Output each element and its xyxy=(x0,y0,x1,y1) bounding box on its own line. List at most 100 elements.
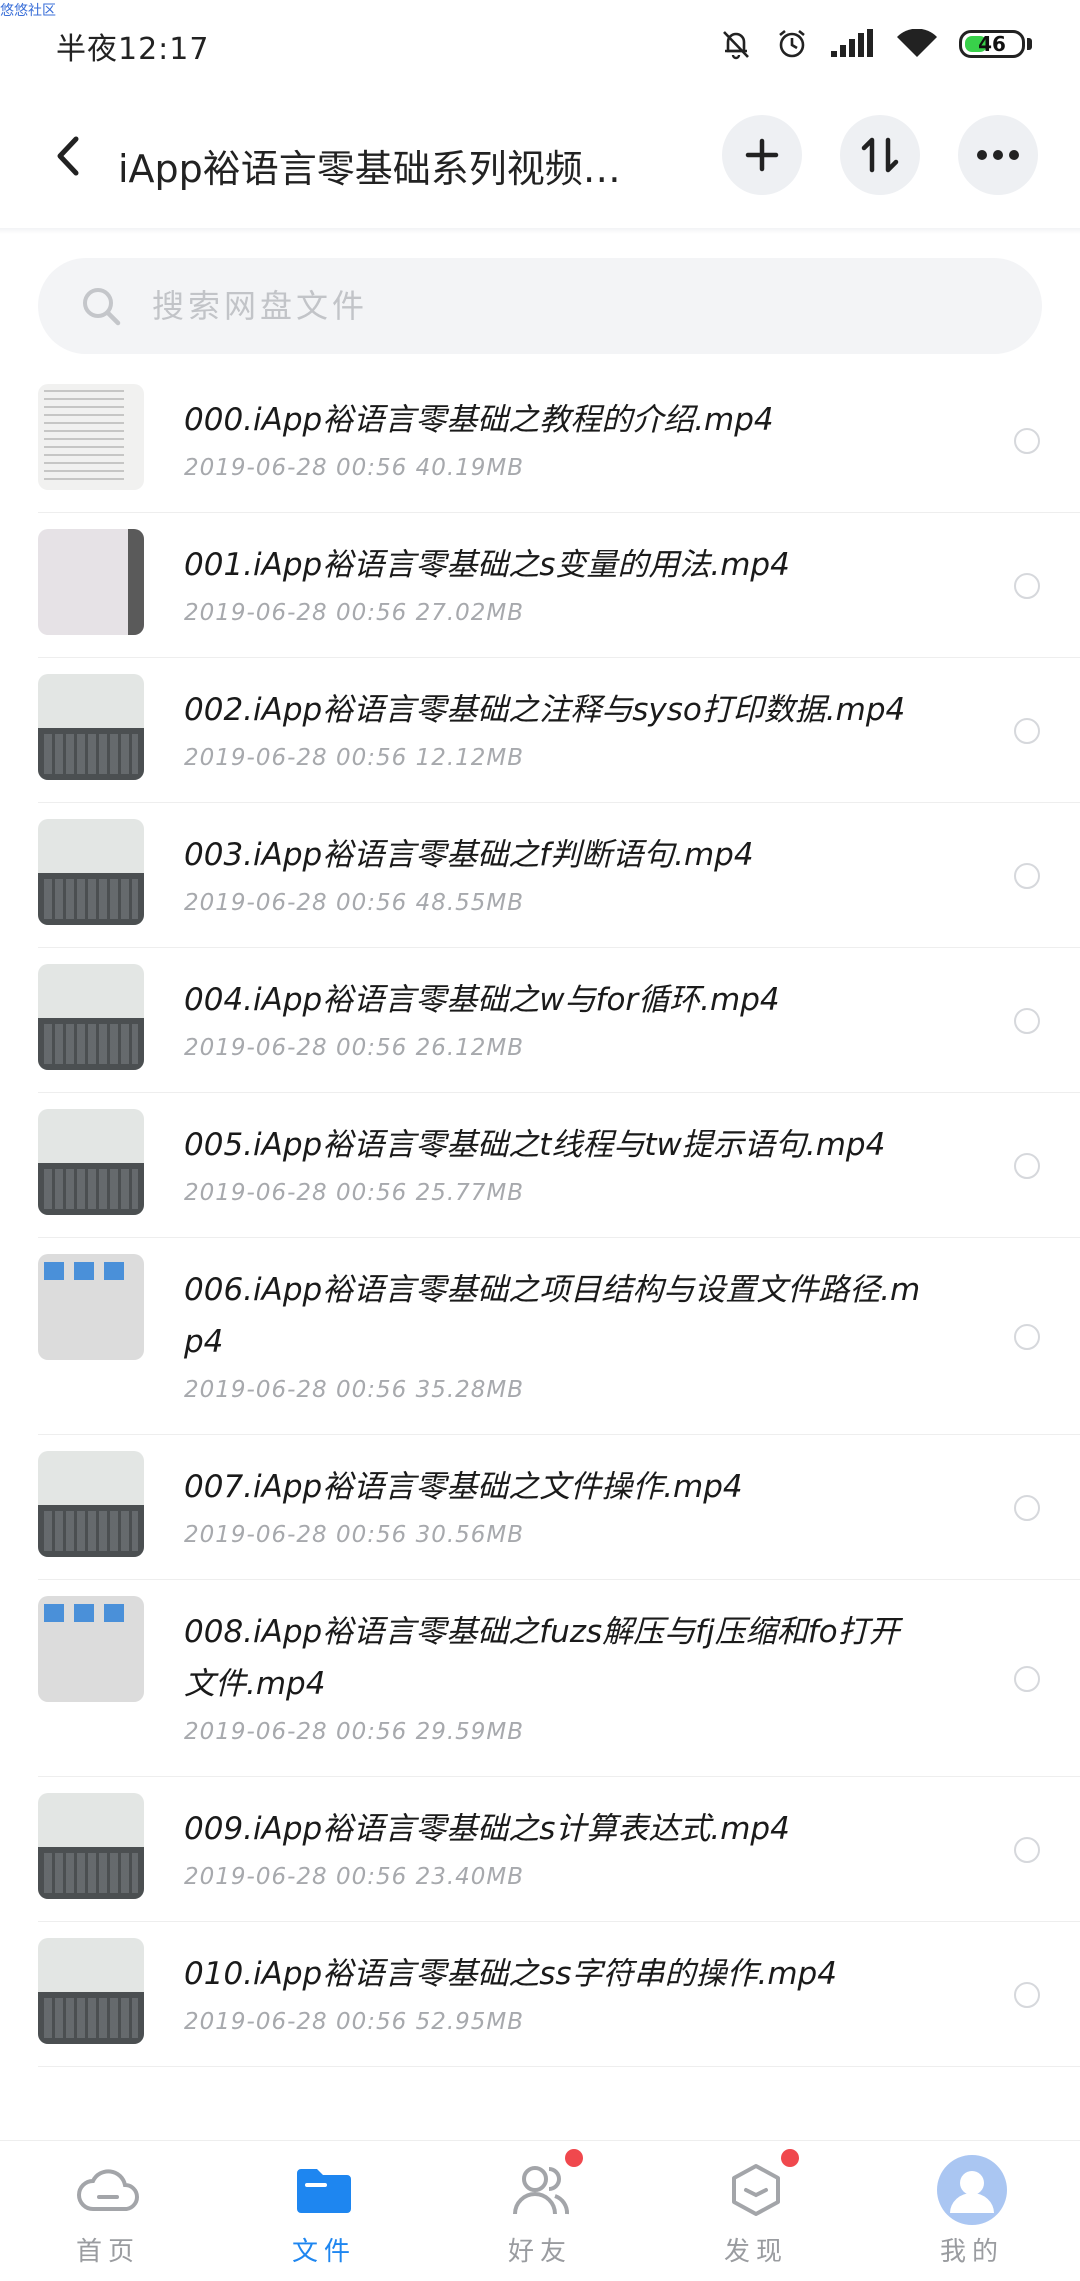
video-thumbnail xyxy=(38,384,144,490)
file-row[interactable]: 000.iApp裕语言零基础之教程的介绍.mp4 2019-06-28 00:56… xyxy=(38,368,1080,513)
file-meta: 2019-06-28 00:56 26.12MB xyxy=(184,1035,525,1061)
signal-icon xyxy=(831,29,875,59)
select-radio[interactable] xyxy=(1014,1981,1040,2008)
avatar-icon xyxy=(937,2155,1007,2225)
keyboard-preview xyxy=(38,1847,144,1899)
nav-item-cloud[interactable]: 首页 xyxy=(0,2141,216,2281)
file-info: 010.iApp裕语言零基础之ss字符串的操作.mp4 2019-06-28 00… xyxy=(184,1922,924,2066)
select-radio[interactable] xyxy=(1014,1007,1040,1034)
file-info: 004.iApp裕语言零基础之w与for循环.mp4 2019-06-28 00:… xyxy=(184,948,924,1092)
video-thumbnail xyxy=(38,1938,144,2044)
file-row[interactable]: 005.iApp裕语言零基础之t线程与tw提示语句.mp4 2019-06-28 … xyxy=(38,1093,1080,1238)
file-row[interactable]: 004.iApp裕语言零基础之w与for循环.mp4 2019-06-28 00:… xyxy=(38,948,1080,1093)
status-time: 半夜12:17 xyxy=(56,32,210,67)
select-radio[interactable] xyxy=(1014,1665,1040,1692)
file-info: 001.iApp裕语言零基础之s变量的用法.mp4 2019-06-28 00:5… xyxy=(184,513,924,657)
file-row[interactable]: 002.iApp裕语言零基础之注释与syso打印数据.mp4 2019-06-28… xyxy=(38,658,1080,803)
nav-label: 首页 xyxy=(75,2237,140,2267)
file-row[interactable]: 003.iApp裕语言零基础之f判断语句.mp4 2019-06-28 00:56… xyxy=(38,803,1080,948)
file-meta: 2019-06-28 00:56 35.28MB xyxy=(184,1377,525,1403)
file-name: 007.iApp裕语言零基础之文件操作.mp4 xyxy=(184,1469,743,1505)
video-thumbnail xyxy=(38,964,144,1070)
plus-icon xyxy=(745,138,779,172)
file-name: 003.iApp裕语言零基础之f判断语句.mp4 xyxy=(184,837,754,873)
video-thumbnail xyxy=(38,1254,144,1360)
mute-icon xyxy=(719,27,753,61)
battery-icon: 46 xyxy=(959,30,1032,58)
select-radio[interactable] xyxy=(1014,1836,1040,1863)
video-thumbnail xyxy=(38,529,144,635)
search-input[interactable] xyxy=(150,286,954,326)
add-button[interactable] xyxy=(722,115,802,195)
file-name: 000.iApp裕语言零基础之教程的介绍.mp4 xyxy=(184,402,774,438)
file-row[interactable]: 010.iApp裕语言零基础之ss字符串的操作.mp4 2019-06-28 00… xyxy=(38,1922,1080,2067)
file-meta: 2019-06-28 00:56 48.55MB xyxy=(184,890,525,916)
file-name: 010.iApp裕语言零基础之ss字符串的操作.mp4 xyxy=(184,1956,837,1992)
file-meta: 2019-06-28 00:56 40.19MB xyxy=(184,455,525,481)
keyboard-preview xyxy=(38,728,144,780)
friends-icon xyxy=(505,2149,583,2225)
video-thumbnail xyxy=(38,1793,144,1899)
keyboard-preview xyxy=(38,1163,144,1215)
select-radio[interactable] xyxy=(1014,862,1040,889)
notification-badge xyxy=(781,2149,799,2167)
nav-item-avatar[interactable]: 我的 xyxy=(864,2141,1080,2281)
folder-icon xyxy=(289,2155,359,2225)
keyboard-preview xyxy=(38,1992,144,2044)
more-button[interactable] xyxy=(958,115,1038,195)
back-button[interactable] xyxy=(40,128,96,184)
file-name: 006.iApp裕语言零基础之项目结构与设置文件路径.mp4 xyxy=(184,1272,921,1360)
nav-label: 发现 xyxy=(723,2237,788,2267)
file-name: 002.iApp裕语言零基础之注释与syso打印数据.mp4 xyxy=(184,692,906,728)
file-info: 002.iApp裕语言零基础之注释与syso打印数据.mp4 2019-06-28… xyxy=(184,658,924,802)
nav-item-friends[interactable]: 好友 xyxy=(432,2141,648,2281)
status-icons: 46 xyxy=(719,20,1032,68)
file-info: 000.iApp裕语言零基础之教程的介绍.mp4 2019-06-28 00:56… xyxy=(184,368,924,512)
file-row[interactable]: 006.iApp裕语言零基础之项目结构与设置文件路径.mp4 2019-06-28… xyxy=(38,1238,1080,1435)
back-icon xyxy=(57,136,79,176)
sort-icon xyxy=(861,137,899,173)
video-thumbnail xyxy=(38,1451,144,1557)
file-name: 008.iApp裕语言零基础之fuzs解压与fj压缩和fo打开文件.mp4 xyxy=(184,1614,900,1702)
video-thumbnail xyxy=(38,674,144,780)
file-info: 006.iApp裕语言零基础之项目结构与设置文件路径.mp4 2019-06-28… xyxy=(184,1238,924,1434)
battery: 46 xyxy=(959,30,1025,58)
select-radio[interactable] xyxy=(1014,1494,1040,1521)
video-thumbnail xyxy=(38,1596,144,1702)
video-thumbnail xyxy=(38,819,144,925)
header: iApp裕语言零基础系列视频… xyxy=(0,100,1080,230)
file-info: 003.iApp裕语言零基础之f判断语句.mp4 2019-06-28 00:56… xyxy=(184,803,924,947)
keyboard-preview xyxy=(38,873,144,925)
sort-button[interactable] xyxy=(840,115,920,195)
file-row[interactable]: 009.iApp裕语言零基础之s计算表达式.mp4 2019-06-28 00:5… xyxy=(38,1777,1080,1922)
file-name: 009.iApp裕语言零基础之s计算表达式.mp4 xyxy=(184,1811,790,1847)
select-radio[interactable] xyxy=(1014,427,1040,454)
file-info: 005.iApp裕语言零基础之t线程与tw提示语句.mp4 2019-06-28 … xyxy=(184,1093,924,1237)
page-title: iApp裕语言零基础系列视频… xyxy=(118,147,621,191)
nav-item-discover[interactable]: 发现 xyxy=(648,2141,864,2281)
select-radio[interactable] xyxy=(1014,1323,1040,1350)
battery-cap xyxy=(1027,38,1032,50)
select-radio[interactable] xyxy=(1014,572,1040,599)
keyboard-preview xyxy=(38,1505,144,1557)
nav-item-folder[interactable]: 文件 xyxy=(216,2141,432,2281)
file-meta: 2019-06-28 00:56 27.02MB xyxy=(184,600,525,626)
file-row[interactable]: 007.iApp裕语言零基础之文件操作.mp4 2019-06-28 00:56 … xyxy=(38,1435,1080,1580)
bottom-nav: 首页 文件 好友 发现 我的 xyxy=(0,2140,1080,2281)
file-row[interactable]: 008.iApp裕语言零基础之fuzs解压与fj压缩和fo打开文件.mp4 201… xyxy=(38,1580,1080,1777)
file-info: 007.iApp裕语言零基础之文件操作.mp4 2019-06-28 00:56 … xyxy=(184,1435,924,1579)
file-row[interactable]: 001.iApp裕语言零基础之s变量的用法.mp4 2019-06-28 00:5… xyxy=(38,513,1080,658)
search-icon xyxy=(83,288,121,326)
nav-label: 我的 xyxy=(939,2237,1004,2267)
select-radio[interactable] xyxy=(1014,1152,1040,1179)
search-box[interactable] xyxy=(38,258,1042,354)
file-meta: 2019-06-28 00:56 30.56MB xyxy=(184,1522,525,1548)
select-radio[interactable] xyxy=(1014,717,1040,744)
discover-icon xyxy=(721,2149,799,2225)
alarm-icon xyxy=(775,27,809,61)
file-meta: 2019-06-28 00:56 52.95MB xyxy=(184,2009,525,2035)
nav-label: 好友 xyxy=(507,2237,572,2267)
file-info: 008.iApp裕语言零基础之fuzs解压与fj压缩和fo打开文件.mp4 201… xyxy=(184,1580,924,1776)
file-meta: 2019-06-28 00:56 25.77MB xyxy=(184,1180,525,1206)
keyboard-preview xyxy=(38,1018,144,1070)
